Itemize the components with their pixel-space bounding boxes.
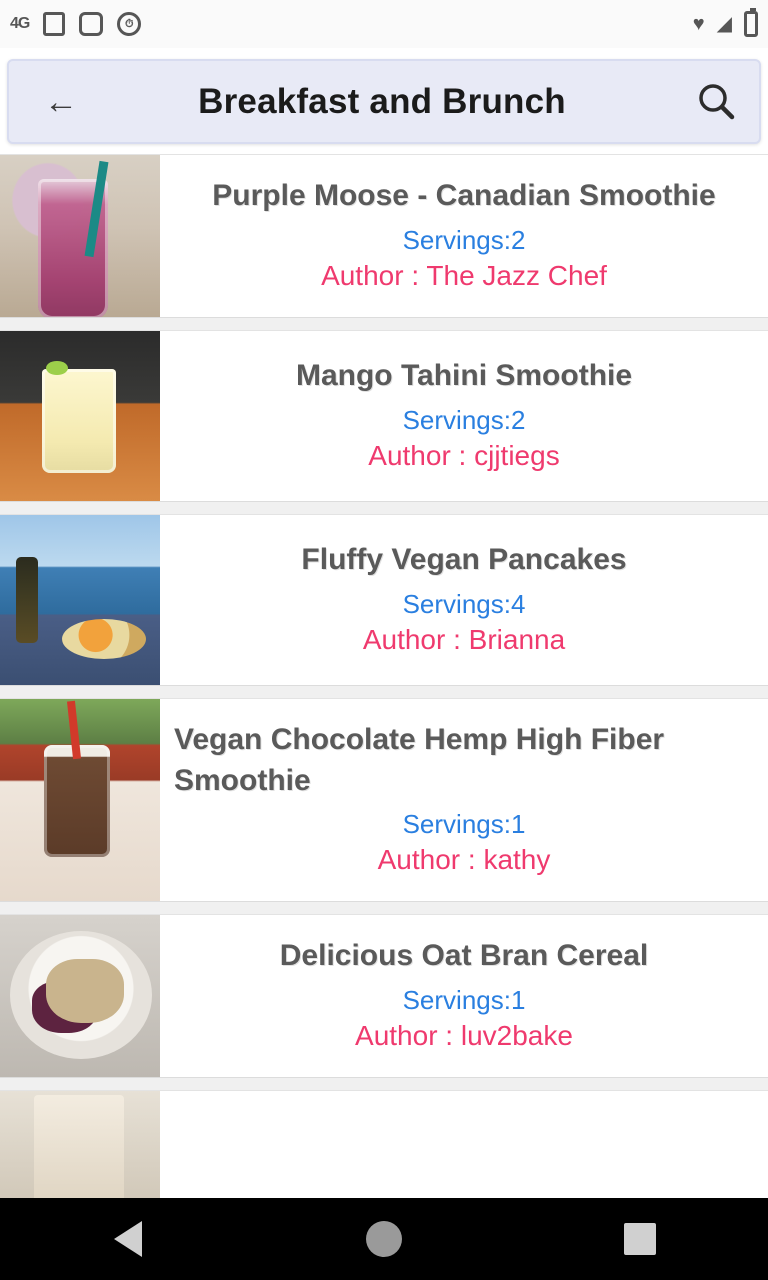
recipe-title: Vegan Chocolate Hemp High Fiber Smoothie: [174, 723, 665, 797]
recipe-thumbnail: [0, 515, 160, 685]
recipe-list[interactable]: Purple Moose - Canadian Smoothie Serving…: [0, 154, 768, 1198]
appbar: ← Breakfast and Brunch: [7, 59, 761, 144]
battery-icon: [744, 8, 758, 37]
recipe-servings: Servings:4: [402, 588, 526, 619]
recipe-author: Author : The Jazz Chef: [321, 259, 607, 291]
nav-home-icon[interactable]: [324, 1198, 444, 1280]
page-title: Breakfast and Brunch: [198, 81, 566, 121]
recipe-title: Purple Moose - Canadian Smoothie: [212, 179, 716, 213]
recipe-author: Author : cjjtiegs: [368, 439, 560, 471]
recipe-title: Delicious Oat Bran Cereal: [279, 939, 649, 973]
list-item[interactable]: Purple Moose - Canadian Smoothie Serving…: [0, 154, 768, 318]
recipe-author: Author : luv2bake: [355, 1019, 573, 1051]
status-bar: 4G ⏱ ♥ ◢: [0, 0, 768, 48]
recipe-servings: Servings:2: [402, 224, 526, 255]
nav-back-icon[interactable]: [68, 1198, 188, 1280]
list-item-partial[interactable]: [0, 1090, 768, 1198]
sim-card-icon: [43, 12, 66, 36]
list-item[interactable]: Delicious Oat Bran Cereal Servings:1 Aut…: [0, 914, 768, 1078]
app-screen: 4G ⏱ ♥ ◢ ← Breakfast and Brunch Purple M…: [0, 0, 768, 1280]
recipe-thumbnail: [0, 1091, 160, 1198]
list-item[interactable]: Vegan Chocolate Hemp High Fiber Smoothie…: [0, 698, 768, 902]
recipe-thumbnail: [0, 699, 160, 901]
signal-text-icon: 4G: [10, 15, 30, 32]
status-bar-right: ♥ ◢: [692, 8, 758, 37]
recipe-info: Mango Tahini Smoothie Servings:2 Author …: [160, 331, 768, 501]
recipe-thumbnail: [0, 155, 160, 317]
status-bar-left: 4G ⏱: [10, 12, 693, 36]
recipe-info: Vegan Chocolate Hemp High Fiber Smoothie…: [160, 699, 768, 901]
recipe-servings: Servings:2: [402, 404, 526, 435]
nav-recents-icon[interactable]: [580, 1198, 700, 1280]
appbar-container: ← Breakfast and Brunch: [0, 48, 768, 154]
recipe-title: Mango Tahini Smoothie: [295, 359, 633, 393]
recipe-servings: Servings:1: [402, 809, 526, 839]
recipe-info: Fluffy Vegan Pancakes Servings:4 Author …: [160, 515, 768, 685]
square-icon: [79, 12, 104, 36]
list-item[interactable]: Mango Tahini Smoothie Servings:2 Author …: [0, 330, 768, 502]
recipe-author: Author : kathy: [377, 844, 551, 875]
recipe-author: Author : Brianna: [362, 623, 566, 655]
recipe-thumbnail: [0, 331, 160, 501]
wifi-icon: ◢: [716, 13, 732, 35]
heart-icon: ♥: [692, 13, 705, 35]
search-icon[interactable]: [691, 77, 741, 127]
recipe-thumbnail: [0, 915, 160, 1077]
recipe-info: [160, 1091, 768, 1198]
recipe-title: Fluffy Vegan Pancakes: [301, 543, 627, 577]
list-item[interactable]: Fluffy Vegan Pancakes Servings:4 Author …: [0, 514, 768, 686]
recipe-info: Delicious Oat Bran Cereal Servings:1 Aut…: [160, 915, 768, 1077]
recipe-servings: Servings:1: [402, 984, 526, 1015]
recipe-info: Purple Moose - Canadian Smoothie Serving…: [160, 155, 768, 317]
alarm-icon: ⏱: [117, 12, 142, 36]
system-nav-bar: [0, 1198, 768, 1280]
